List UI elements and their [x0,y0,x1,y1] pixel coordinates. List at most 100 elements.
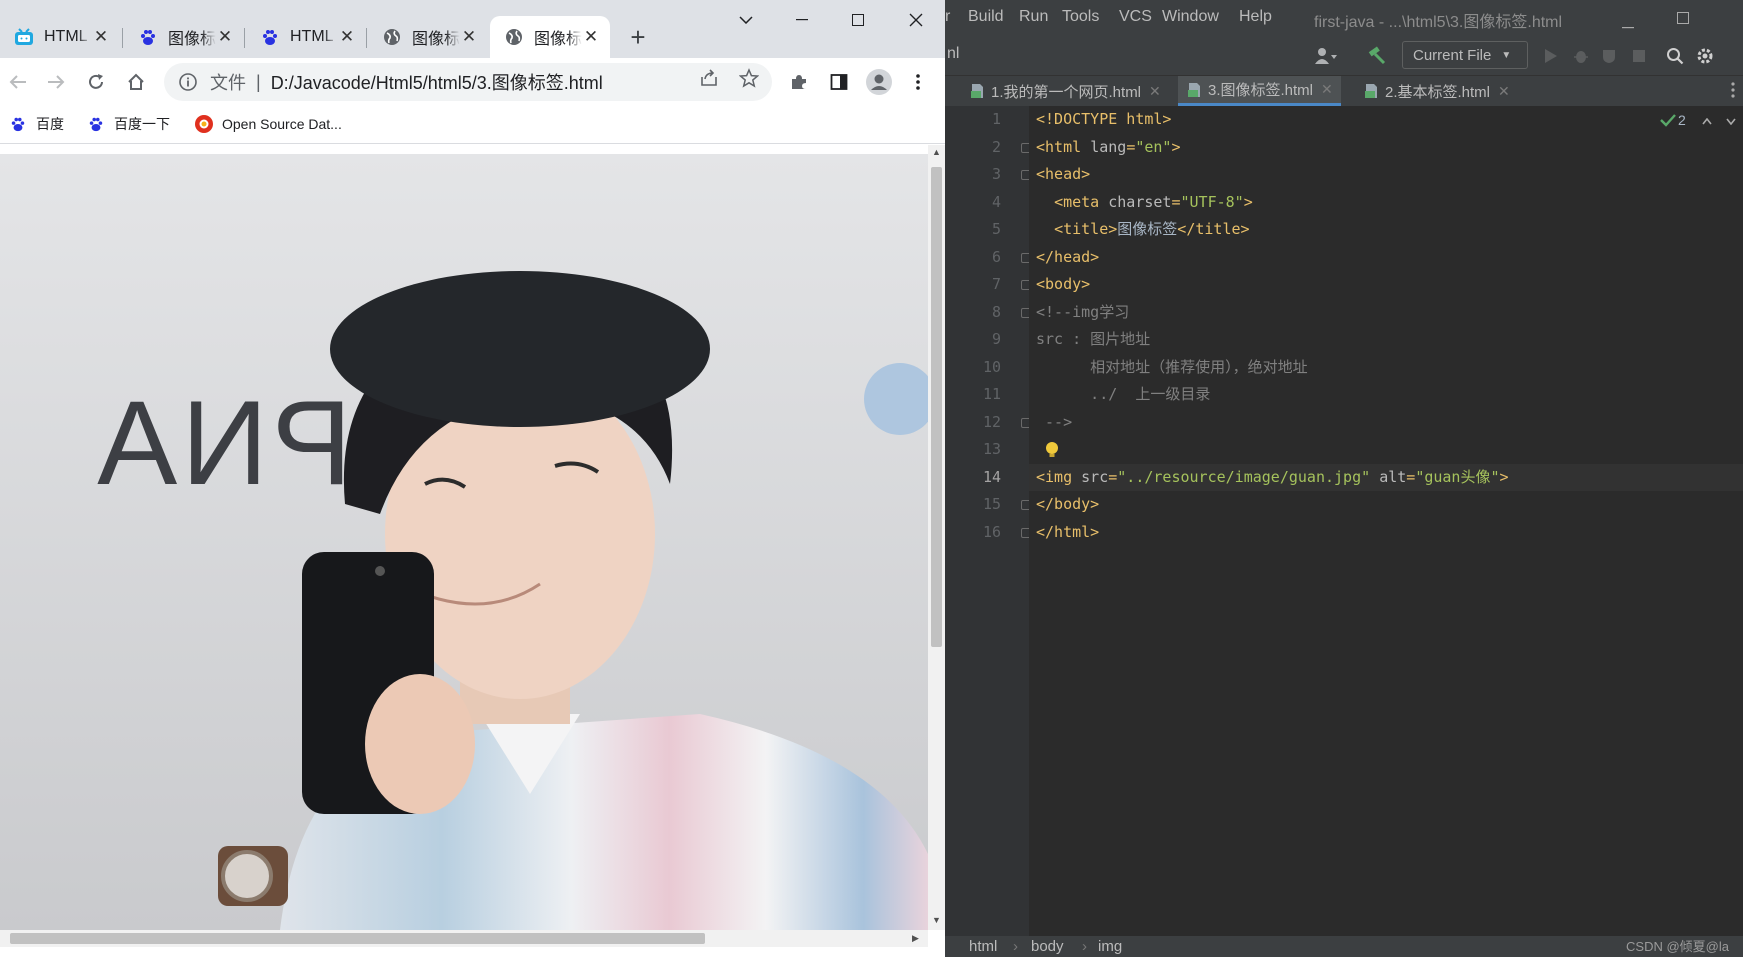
new-tab-button[interactable]: + [624,24,652,52]
code-line[interactable]: src : 图片地址 [1029,326,1743,353]
line-number: 10 [982,357,1001,376]
vertical-scrollbar[interactable]: ▲ ▼ [928,145,945,930]
close-icon[interactable]: ✕ [582,28,600,46]
bookmark-star-icon[interactable] [738,67,760,89]
code-line[interactable]: <!--img学习 [1029,299,1743,326]
window-close-icon[interactable] [896,6,936,34]
close-icon[interactable]: ✕ [1498,83,1510,100]
scroll-right-icon[interactable]: ▶ [912,933,919,944]
extensions-puzzle-icon[interactable] [785,68,813,96]
bookmark-open-source[interactable]: Open Source Dat... [194,114,342,134]
ide-minimize-icon[interactable] [1622,16,1634,34]
run-config-dropdown[interactable]: Current File ▼ [1402,41,1528,69]
browser-tab-3[interactable]: HTML ✕ [246,16,366,58]
profile-avatar-icon[interactable] [865,68,893,96]
tab-strip: HTML ✕ 图像标 ✕ HTML ✕ 图像标 ✕ 图像标 ✕ + [0,0,945,58]
bookmark-baidu-search[interactable]: 百度一下 [86,114,170,134]
browser-tab-5-active[interactable]: 图像标 ✕ [490,16,610,58]
code-line[interactable]: </html> [1029,519,1743,546]
baidu-paw-icon [260,27,280,47]
breadcrumb-item-body[interactable]: body [1031,938,1064,955]
menu-item-help[interactable]: Help [1239,8,1272,26]
close-icon[interactable]: ✕ [92,28,110,46]
back-arrow-icon[interactable] [4,68,32,96]
inspection-widget[interactable]: 2 [1660,112,1736,128]
editor-tab-3[interactable]: 2.基本标签.html ✕ [1355,76,1518,106]
breadcrumb-item-img[interactable]: img [1098,938,1122,955]
browser-tab-4[interactable]: 图像标 ✕ [368,16,488,58]
maximize-icon[interactable] [838,6,878,34]
code-line[interactable]: <meta charset="UTF-8"> [1029,189,1743,216]
code-line[interactable]: <!DOCTYPE html> [1029,106,1743,133]
code-line[interactable]: <title>图像标签</title> [1029,216,1743,243]
code-token: = [1171,192,1181,211]
stop-icon[interactable] [1627,44,1651,68]
address-bar[interactable]: 文件 | D:/Javacode/Html5/html5/3.图像标签.html [164,63,772,101]
url-text[interactable]: D:/Javacode/Html5/html5/3.图像标签.html [271,69,772,95]
close-icon[interactable]: ✕ [460,28,478,46]
menu-item-build[interactable]: Build [968,8,1004,26]
toolbar-partial-label: nl [947,45,960,62]
code-line-text: 相对地址（推荐使用），绝对地址 [1036,354,1308,381]
editor-tab-1[interactable]: 1.我的第一个网页.html ✕ [961,76,1169,106]
close-icon[interactable]: ✕ [338,28,356,46]
scrollbar-thumb[interactable] [931,167,942,647]
code-line[interactable]: <head> [1029,161,1743,188]
scrollbar-thumb[interactable] [10,933,705,944]
scroll-down-icon[interactable]: ▼ [932,915,941,925]
menu-item-partial[interactable]: r [945,8,950,26]
minimize-icon[interactable] [782,6,822,34]
tab-search-chevron-icon[interactable] [726,6,766,34]
html-file-icon [971,84,983,98]
intention-bulb-icon[interactable] [1045,441,1059,464]
code-editor[interactable]: <!DOCTYPE html> <html lang="en"> <head> <m… [1029,106,1743,936]
menu-item-vcs[interactable]: VCS [1119,8,1152,26]
info-icon[interactable] [178,72,198,92]
chevron-up-icon[interactable] [1702,112,1712,128]
code-line[interactable]: <body> [1029,271,1743,298]
code-token: "guan头像" [1415,467,1500,486]
code-line[interactable]: </head> [1029,244,1743,271]
home-icon[interactable] [122,68,150,96]
browser-tab-1[interactable]: HTML ✕ [0,16,120,58]
settings-gear-icon[interactable] [1693,44,1717,68]
code-line[interactable]: 相对地址（推荐使用），绝对地址 [1029,354,1743,381]
menu-kebab-icon[interactable] [904,68,932,96]
bilibili-icon [14,27,34,47]
ide-maximize-icon[interactable] [1677,11,1689,29]
bookmark-baidu[interactable]: 百度 [8,114,64,134]
code-line[interactable]: <html lang="en"> [1029,134,1743,161]
code-line[interactable] [1029,436,1743,463]
code-line[interactable]: --> [1029,409,1743,436]
tab-title: HTML [290,28,334,45]
tabs-overflow-kebab-icon[interactable] [1731,82,1735,102]
close-icon[interactable]: ✕ [1321,81,1333,98]
vcs-user-icon[interactable] [1314,44,1338,68]
build-hammer-icon[interactable] [1365,44,1389,68]
side-panel-icon[interactable] [825,68,853,96]
menu-item-window[interactable]: Window [1162,8,1219,26]
debug-bug-icon[interactable] [1569,44,1593,68]
reload-icon[interactable] [82,68,110,96]
close-icon[interactable]: ✕ [216,28,234,46]
search-icon[interactable] [1663,44,1687,68]
horizontal-scrollbar[interactable]: ▶ [0,930,928,947]
code-line-text: <!--img学习 [1036,299,1129,326]
close-icon[interactable]: ✕ [1149,83,1161,100]
forward-arrow-icon[interactable] [42,68,70,96]
code-token: = [1108,467,1118,486]
coverage-icon[interactable] [1597,44,1621,68]
browser-tab-2[interactable]: 图像标 ✕ [124,16,244,58]
baidu-paw-icon [8,114,28,134]
share-icon[interactable] [698,67,720,89]
code-line[interactable]: </body> [1029,491,1743,518]
breadcrumb-item-html[interactable]: html [969,938,997,955]
code-line[interactable]: ../ 上一级目录 [1029,381,1743,408]
code-line[interactable]: <img src="../resource/image/guan.jpg" al… [1029,463,1743,491]
run-icon[interactable] [1539,44,1563,68]
scroll-up-icon[interactable]: ▲ [932,147,941,157]
menu-item-run[interactable]: Run [1019,8,1048,26]
chevron-down-icon[interactable] [1726,112,1736,128]
menu-item-tools[interactable]: Tools [1062,8,1099,26]
editor-tab-2-active[interactable]: 3.图像标签.html ✕ [1178,76,1341,106]
